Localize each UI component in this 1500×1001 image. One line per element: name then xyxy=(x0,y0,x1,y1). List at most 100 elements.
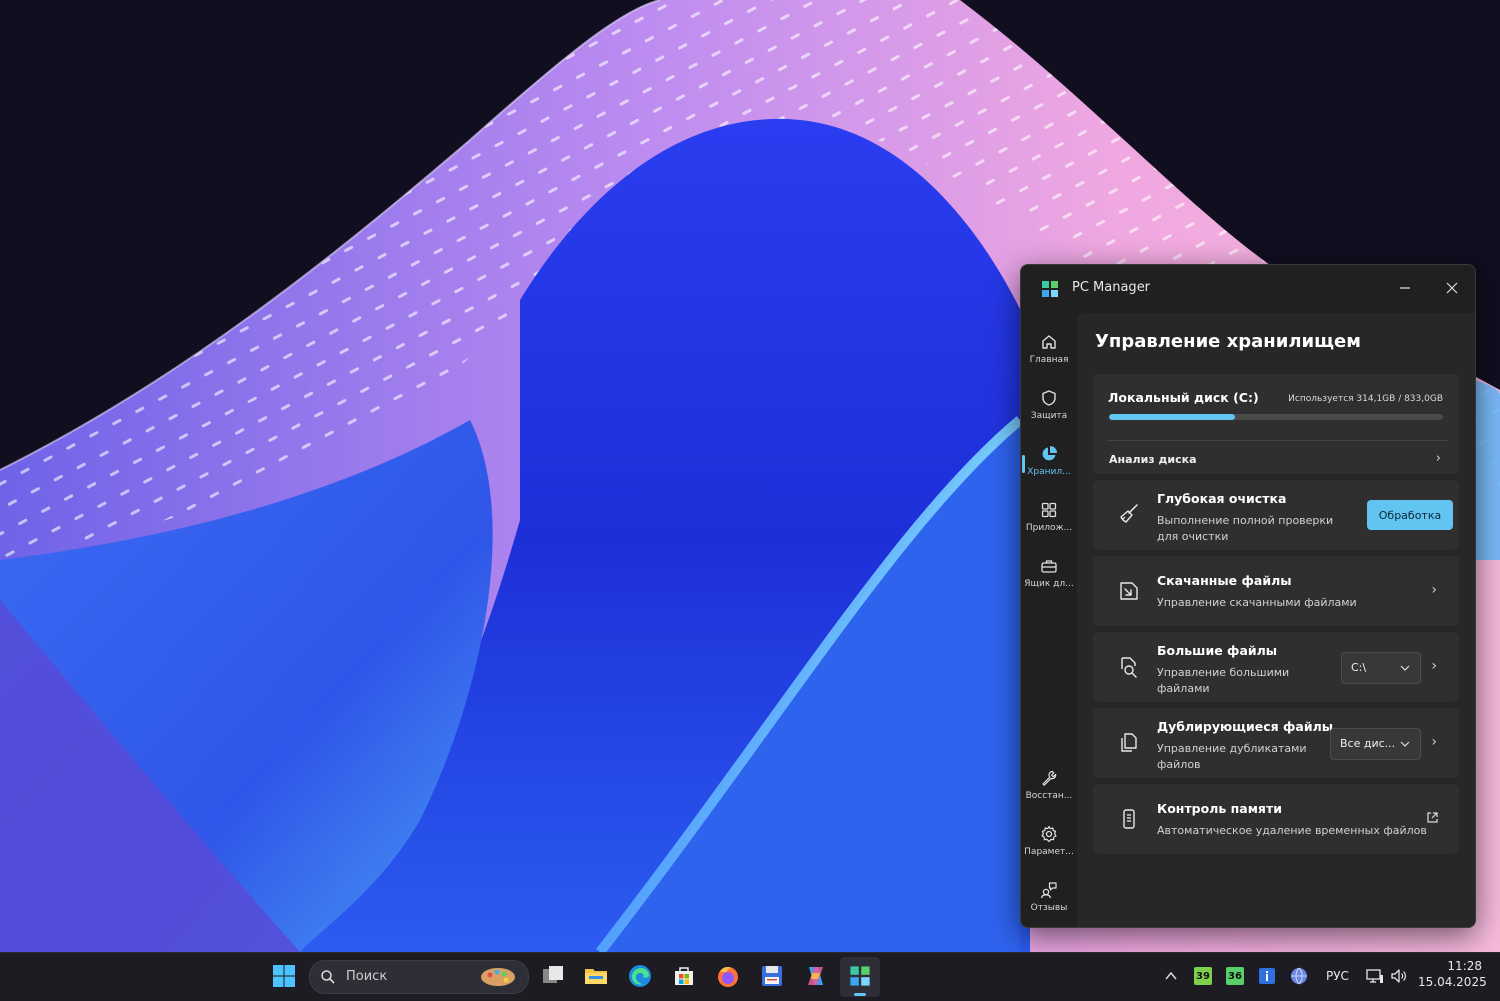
storage-sense-title: Контроль памяти xyxy=(1157,801,1282,816)
chevron-right-icon: › xyxy=(1431,734,1437,750)
large-files-card[interactable]: Большие файлы Управление большими файлам… xyxy=(1093,632,1459,702)
pc-manager-taskbar-button[interactable] xyxy=(840,957,880,997)
disk-name: Локальный диск (C:) xyxy=(1108,390,1259,405)
deep-clean-button[interactable]: Обработка xyxy=(1367,500,1453,530)
duplicates-title: Дублирующиеся файлы xyxy=(1157,719,1334,734)
window-title: PC Manager xyxy=(1072,280,1151,295)
home-icon xyxy=(1042,335,1056,349)
large-files-drive-value: C:\ xyxy=(1351,661,1367,674)
nav-label-toolbox: Ящик дл... xyxy=(1024,579,1074,589)
page-title: Управление хранилищем xyxy=(1095,331,1361,352)
nav-item-home[interactable]: Главная xyxy=(1021,327,1077,379)
storage-sense-card[interactable]: Контроль памяти Автоматическое удаление … xyxy=(1093,784,1459,854)
save-disk-icon[interactable] xyxy=(759,963,785,989)
tray-badge-36[interactable]: 36 xyxy=(1226,967,1244,985)
network-globe-icon[interactable] xyxy=(1290,967,1308,985)
clock[interactable]: 11:28 15.04.2025 xyxy=(1418,959,1487,989)
chevron-right-icon: › xyxy=(1431,658,1437,674)
downloads-desc: Управление скачанными файлами xyxy=(1157,596,1357,609)
pc-manager-taskbar-icon xyxy=(850,966,870,986)
phone-device-icon xyxy=(1123,809,1135,829)
deep-clean-desc: Выполнение полной проверки для очистки xyxy=(1157,514,1334,543)
taskbar: Поиск 39 36 РУС 11:28 15.04.2025 xyxy=(0,952,1500,1001)
storage-page: Управление хранилищем Локальный диск (C:… xyxy=(1077,313,1475,927)
minimize-button[interactable] xyxy=(1387,273,1423,303)
download-folder-icon xyxy=(1120,582,1138,600)
deep-clean-title: Глубокая очистка xyxy=(1157,491,1287,506)
large-files-drive-select[interactable]: C:\ xyxy=(1341,652,1421,684)
downloads-title: Скачанные файлы xyxy=(1157,573,1292,588)
toolbox-icon xyxy=(1041,560,1057,573)
nav-item-restore[interactable]: Восстан... xyxy=(1021,763,1077,815)
deep-clean-card: Глубокая очистка Выполнение полной прове… xyxy=(1093,480,1459,550)
nav-label-feedback: Отзывы xyxy=(1030,903,1068,913)
volume-icon[interactable] xyxy=(1390,967,1408,985)
language-indicator[interactable]: РУС xyxy=(1326,969,1349,983)
nav-item-toolbox[interactable]: Ящик дл... xyxy=(1021,551,1077,603)
nav-label-storage: Хранил... xyxy=(1027,467,1071,477)
pie-chart-icon xyxy=(1042,446,1057,461)
nav-item-protection[interactable]: Защита xyxy=(1021,383,1077,435)
clock-time: 11:28 xyxy=(1447,959,1482,973)
active-nav-indicator xyxy=(1022,455,1025,473)
search-placeholder: Поиск xyxy=(346,969,388,984)
close-button[interactable] xyxy=(1434,273,1470,303)
large-files-title: Большие файлы xyxy=(1157,643,1278,658)
large-files-search-icon xyxy=(1121,657,1137,678)
chevron-up-icon[interactable] xyxy=(1164,970,1178,982)
external-link-icon xyxy=(1427,812,1438,823)
nav-item-storage[interactable]: Хранил... xyxy=(1021,439,1077,491)
chevron-down-icon xyxy=(1400,741,1410,747)
nav-item-apps[interactable]: Прилож... xyxy=(1021,495,1077,547)
edge-browser-icon[interactable] xyxy=(627,963,653,989)
chevron-right-icon: › xyxy=(1435,451,1441,466)
windows-start-icon[interactable] xyxy=(271,963,297,989)
nav-label-restore: Восстан... xyxy=(1025,791,1073,801)
clock-date: 15.04.2025 xyxy=(1418,975,1487,989)
large-files-desc: Управление большими файлами xyxy=(1157,666,1290,695)
disk-analysis-link[interactable]: Анализ диска › xyxy=(1093,442,1459,474)
duplicate-files-icon xyxy=(1121,733,1137,752)
microsoft-store-icon[interactable] xyxy=(671,963,697,989)
active-app-indicator xyxy=(854,993,866,996)
close-icon xyxy=(1446,282,1458,294)
feedback-icon xyxy=(1040,882,1057,899)
firefox-icon[interactable] xyxy=(715,963,741,989)
disk-analysis-label: Анализ диска xyxy=(1109,453,1197,466)
disk-usage-bar xyxy=(1109,414,1443,420)
downloads-card[interactable]: Скачанные файлы Управление скачанными фа… xyxy=(1093,556,1459,626)
wrench-icon xyxy=(1042,770,1057,786)
broom-icon xyxy=(1120,504,1138,523)
duplicates-drive-select[interactable]: Все дис... xyxy=(1330,728,1421,760)
search-icon xyxy=(321,970,335,984)
nav-label-apps: Прилож... xyxy=(1025,523,1073,533)
apps-grid-icon xyxy=(1041,502,1057,518)
disk-card: Локальный диск (C:) Используется 314,1GB… xyxy=(1093,374,1459,474)
chevron-down-icon xyxy=(1400,665,1410,671)
chevron-right-icon: › xyxy=(1431,582,1437,598)
tray-badge-39[interactable]: 39 xyxy=(1194,967,1212,985)
task-view-icon[interactable] xyxy=(540,963,566,989)
shield-icon xyxy=(1042,390,1056,406)
copilot-icon[interactable] xyxy=(803,963,829,989)
duplicates-card[interactable]: Дублирующиеся файлы Управление дубликата… xyxy=(1093,708,1459,778)
pc-manager-window: PC Manager Главная Защита Хранил... Прил… xyxy=(1020,264,1476,928)
taskbar-search[interactable]: Поиск xyxy=(309,960,529,994)
disk-usage-text: Используется 314,1GB / 833,0GB xyxy=(1288,394,1443,404)
disk-usage-bar-fill xyxy=(1109,414,1235,420)
duplicates-desc: Управление дубликатами файлов xyxy=(1157,742,1307,771)
storage-sense-desc: Автоматическое удаление временных файлов xyxy=(1157,824,1427,837)
divider xyxy=(1107,440,1447,441)
paint-palette-icon xyxy=(481,968,515,986)
monitor-network-icon[interactable] xyxy=(1366,967,1384,985)
info-icon[interactable] xyxy=(1258,967,1276,985)
nav-label-settings: Парамет... xyxy=(1024,847,1074,857)
nav-label-home: Главная xyxy=(1029,355,1069,365)
sidebar-nav: Главная Защита Хранил... Прилож... Ящик … xyxy=(1021,313,1077,925)
nav-label-protection: Защита xyxy=(1030,411,1068,421)
nav-item-feedback[interactable]: Отзывы xyxy=(1021,875,1077,927)
title-bar[interactable]: PC Manager xyxy=(1021,265,1475,311)
file-explorer-icon[interactable] xyxy=(583,963,609,989)
duplicates-drive-value: Все дис... xyxy=(1340,737,1396,750)
nav-item-settings[interactable]: Парамет... xyxy=(1021,819,1077,871)
